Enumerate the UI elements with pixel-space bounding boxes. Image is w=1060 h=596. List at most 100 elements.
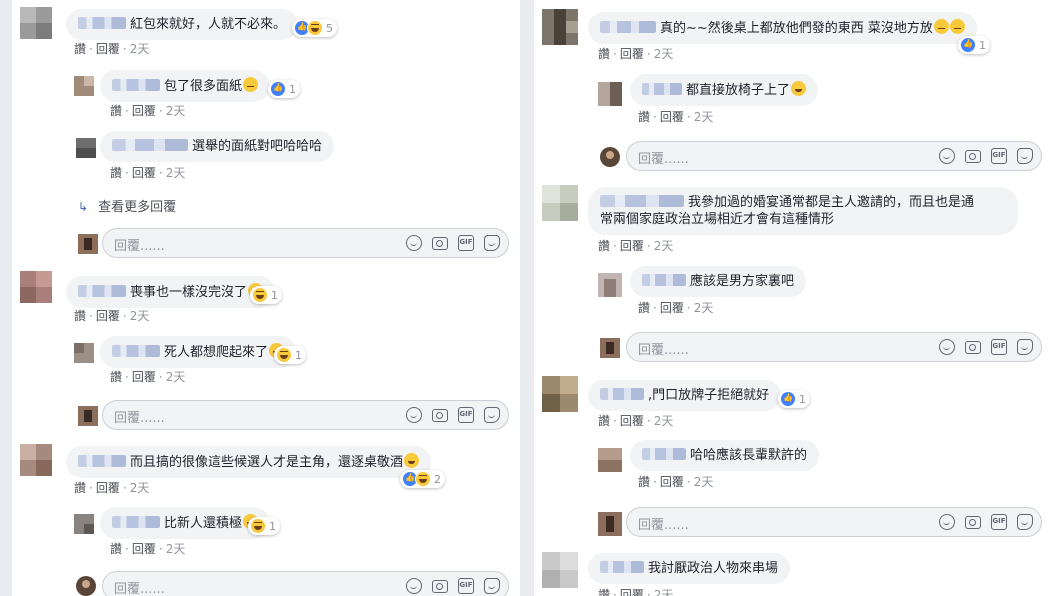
like-link[interactable]: 讚 xyxy=(638,301,650,315)
commenter-name[interactable] xyxy=(600,21,656,33)
avatar[interactable] xyxy=(542,9,578,45)
timestamp[interactable]: 2天 xyxy=(694,475,714,489)
reply-input[interactable]: 回覆...... GIF xyxy=(626,141,1042,171)
reply-link[interactable]: 回覆 xyxy=(660,301,684,315)
avatar[interactable] xyxy=(542,376,578,412)
timestamp[interactable]: 2天 xyxy=(694,110,714,124)
reply-link[interactable]: 回覆 xyxy=(132,542,156,556)
reply-input[interactable]: 回覆...... GIF xyxy=(626,332,1042,362)
timestamp[interactable]: 2天 xyxy=(654,414,674,428)
timestamp[interactable]: 2天 xyxy=(654,239,674,253)
reply-link[interactable]: 回覆 xyxy=(620,588,644,596)
sticker-icon[interactable] xyxy=(484,235,500,251)
commenter-name[interactable] xyxy=(642,448,686,460)
reply-link[interactable]: 回覆 xyxy=(620,239,644,253)
reaction-summary[interactable]: 1 xyxy=(958,36,990,54)
reply-link[interactable]: 回覆 xyxy=(132,166,156,180)
gif-icon[interactable]: GIF xyxy=(991,339,1007,355)
reply-link[interactable]: 回覆 xyxy=(620,47,644,61)
emoji-picker-icon[interactable] xyxy=(406,407,422,423)
reply-link[interactable]: 回覆 xyxy=(96,42,120,56)
reply-input[interactable]: 回覆...... GIF xyxy=(102,400,509,430)
commenter-name[interactable] xyxy=(78,17,126,29)
like-link[interactable]: 讚 xyxy=(638,110,650,124)
commenter-name[interactable] xyxy=(112,345,160,357)
gif-icon[interactable]: GIF xyxy=(458,235,474,251)
timestamp[interactable]: 2天 xyxy=(654,588,674,596)
commenter-name[interactable] xyxy=(112,139,188,151)
commenter-name[interactable] xyxy=(78,285,126,297)
timestamp[interactable]: 2天 xyxy=(130,309,150,323)
gif-icon[interactable]: GIF xyxy=(458,407,474,423)
emoji-picker-icon[interactable] xyxy=(406,578,422,594)
gif-icon[interactable]: GIF xyxy=(458,578,474,594)
avatar[interactable] xyxy=(598,448,622,472)
camera-icon[interactable] xyxy=(965,341,981,354)
reaction-summary[interactable]: 5 xyxy=(292,19,337,37)
commenter-name[interactable] xyxy=(600,195,684,207)
reaction-summary[interactable]: 1 xyxy=(248,517,280,535)
commenter-name[interactable] xyxy=(642,83,682,95)
avatar[interactable] xyxy=(76,138,96,158)
sticker-icon[interactable] xyxy=(1017,148,1033,164)
like-link[interactable]: 讚 xyxy=(638,475,650,489)
timestamp[interactable]: 2天 xyxy=(694,301,714,315)
like-link[interactable]: 讚 xyxy=(598,239,610,253)
avatar[interactable] xyxy=(20,271,52,303)
like-link[interactable]: 讚 xyxy=(110,104,122,118)
camera-icon[interactable] xyxy=(432,409,448,422)
avatar[interactable] xyxy=(74,343,94,363)
reaction-summary[interactable]: 1 xyxy=(250,286,282,304)
reply-link[interactable]: 回覆 xyxy=(660,110,684,124)
emoji-picker-icon[interactable] xyxy=(939,514,955,530)
commenter-name[interactable] xyxy=(600,561,644,573)
like-link[interactable]: 讚 xyxy=(110,370,122,384)
gif-icon[interactable]: GIF xyxy=(991,514,1007,530)
reaction-summary[interactable]: 1 xyxy=(778,390,810,408)
reply-link[interactable]: 回覆 xyxy=(132,370,156,384)
camera-icon[interactable] xyxy=(965,150,981,163)
like-link[interactable]: 讚 xyxy=(74,481,86,495)
reply-link[interactable]: 回覆 xyxy=(660,475,684,489)
like-link[interactable]: 讚 xyxy=(598,47,610,61)
reply-link[interactable]: 回覆 xyxy=(96,481,120,495)
like-link[interactable]: 讚 xyxy=(74,309,86,323)
like-link[interactable]: 讚 xyxy=(598,588,610,596)
camera-icon[interactable] xyxy=(432,580,448,593)
reply-link[interactable]: 回覆 xyxy=(132,104,156,118)
sticker-icon[interactable] xyxy=(484,407,500,423)
camera-icon[interactable] xyxy=(432,237,448,250)
avatar[interactable] xyxy=(20,444,52,476)
commenter-name[interactable] xyxy=(600,388,644,400)
avatar[interactable] xyxy=(74,76,94,96)
avatar[interactable] xyxy=(74,514,94,534)
emoji-picker-icon[interactable] xyxy=(406,235,422,251)
commenter-name[interactable] xyxy=(78,455,126,467)
reaction-summary[interactable]: 1 xyxy=(274,346,306,364)
reply-input[interactable]: 回覆...... GIF xyxy=(102,228,509,258)
like-link[interactable]: 讚 xyxy=(74,42,86,56)
timestamp[interactable]: 2天 xyxy=(130,42,150,56)
avatar[interactable] xyxy=(598,273,622,297)
avatar[interactable] xyxy=(542,185,578,221)
emoji-picker-icon[interactable] xyxy=(939,339,955,355)
reply-input[interactable]: 回覆...... GIF xyxy=(626,507,1042,537)
sticker-icon[interactable] xyxy=(1017,514,1033,530)
like-link[interactable]: 讚 xyxy=(598,414,610,428)
commenter-name[interactable] xyxy=(112,79,160,91)
avatar[interactable] xyxy=(598,82,622,106)
emoji-picker-icon[interactable] xyxy=(939,148,955,164)
timestamp[interactable]: 2天 xyxy=(654,47,674,61)
reaction-summary[interactable]: 1 xyxy=(268,80,300,98)
view-more-replies-link[interactable]: ↳ 查看更多回覆 xyxy=(78,196,176,215)
avatar[interactable] xyxy=(20,7,52,39)
commenter-name[interactable] xyxy=(642,274,686,286)
gif-icon[interactable]: GIF xyxy=(991,148,1007,164)
timestamp[interactable]: 2天 xyxy=(166,370,186,384)
timestamp[interactable]: 2天 xyxy=(130,481,150,495)
camera-icon[interactable] xyxy=(965,516,981,529)
timestamp[interactable]: 2天 xyxy=(166,166,186,180)
timestamp[interactable]: 2天 xyxy=(166,104,186,118)
avatar[interactable] xyxy=(542,552,578,588)
reply-link[interactable]: 回覆 xyxy=(96,309,120,323)
